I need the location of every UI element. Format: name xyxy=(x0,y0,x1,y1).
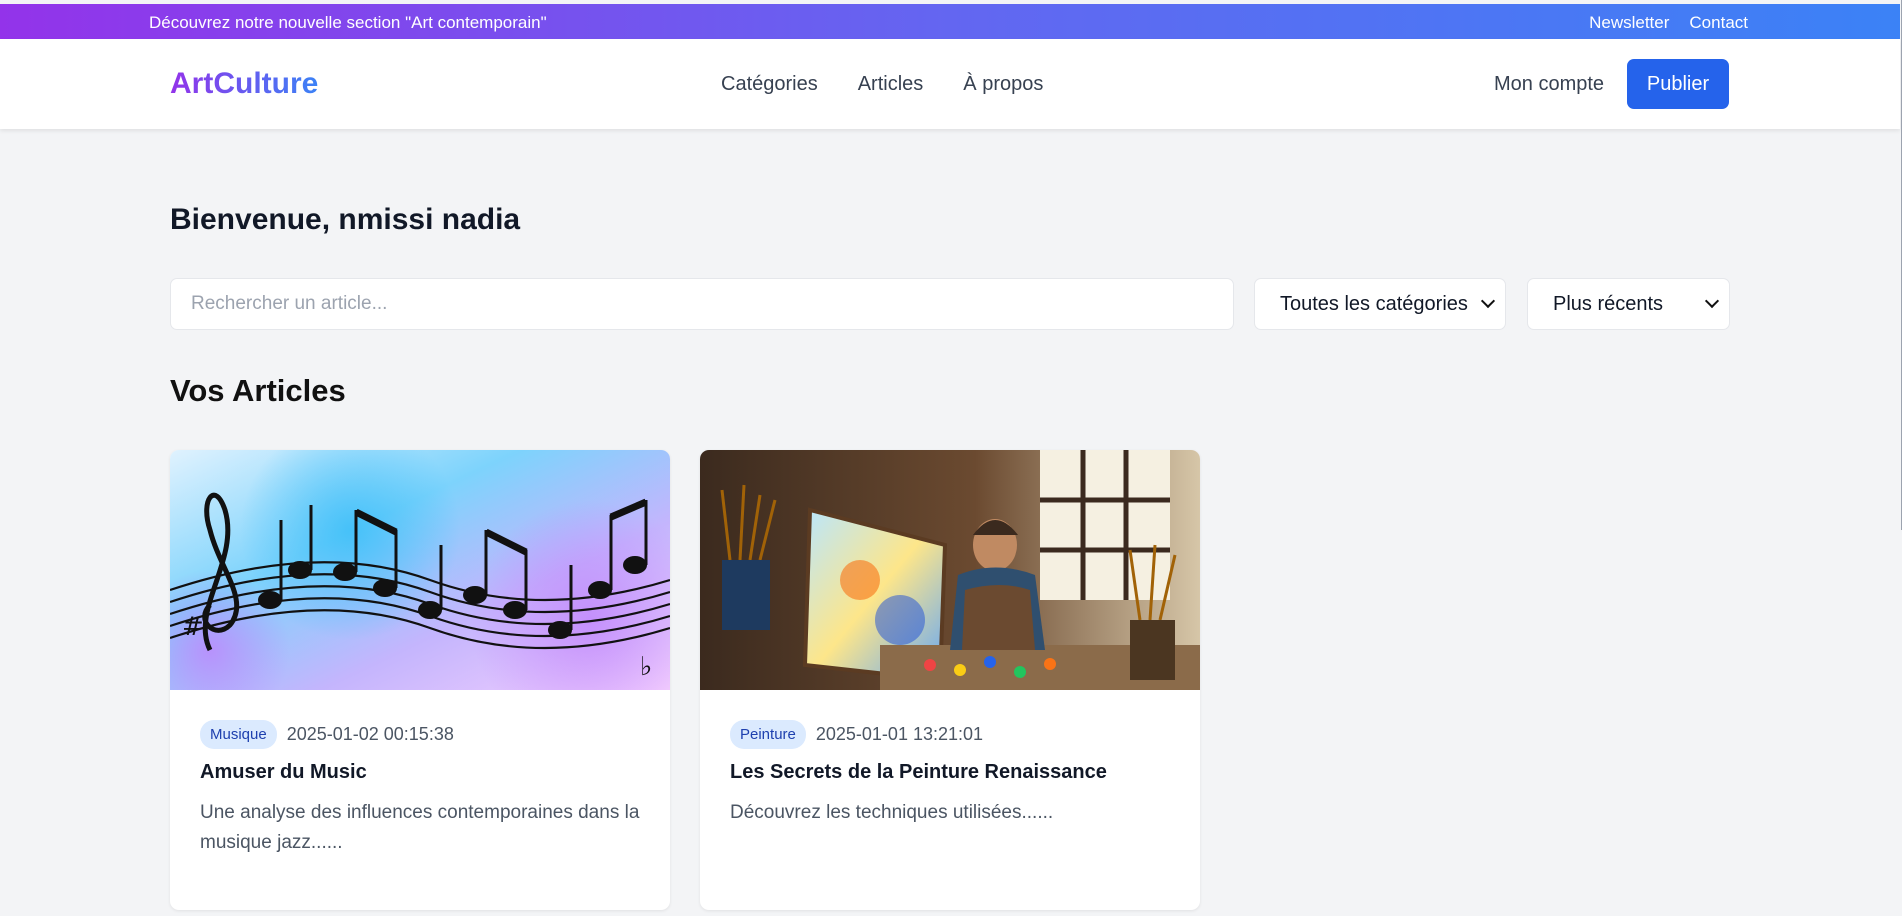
painter-studio-illustration xyxy=(700,450,1200,690)
section-title: Vos Articles xyxy=(170,373,346,408)
article-title[interactable]: Les Secrets de la Peinture Renaissance xyxy=(730,761,1170,784)
svg-text:♭: ♭ xyxy=(640,652,652,682)
article-title[interactable]: Amuser du Music xyxy=(200,761,640,784)
search-input[interactable] xyxy=(170,278,1234,330)
promo-message: Découvrez notre nouvelle section "Art co… xyxy=(149,13,547,32)
sort-select-value: Plus récents xyxy=(1553,292,1664,315)
main-nav: Catégories Articles À propos xyxy=(721,73,1043,96)
article-date: 2025-01-02 00:15:38 xyxy=(286,724,454,744)
article-card-body: Peinture 2025-01-01 13:21:01 Les Secrets… xyxy=(730,720,1170,828)
publish-button[interactable]: Publier xyxy=(1627,59,1729,109)
site-header: ArtCulture Catégories Articles À propos … xyxy=(0,39,1900,129)
welcome-heading: Bienvenue, nmissi nadia xyxy=(170,203,521,236)
article-meta: Peinture 2025-01-01 13:21:01 xyxy=(730,720,1170,749)
category-select[interactable]: Toutes les catégories xyxy=(1254,278,1506,330)
article-card-body: Musique 2025-01-02 00:15:38 Amuser du Mu… xyxy=(200,720,640,858)
site-logo[interactable]: ArtCulture xyxy=(170,67,318,101)
svg-text:#: # xyxy=(182,612,204,642)
chevron-down-icon xyxy=(1704,293,1720,309)
nav-about[interactable]: À propos xyxy=(963,73,1043,96)
sort-select[interactable]: Plus récents xyxy=(1527,278,1730,330)
category-badge: Musique xyxy=(200,720,277,749)
article-excerpt: Découvrez les techniques utilisées...... xyxy=(730,802,1054,823)
article-date: 2025-01-01 13:21:01 xyxy=(815,724,984,744)
article-image-music: # ♭ xyxy=(170,450,670,690)
nav-categories[interactable]: Catégories xyxy=(721,73,818,96)
article-card[interactable]: Peinture 2025-01-01 13:21:01 Les Secrets… xyxy=(700,450,1200,910)
article-meta: Musique 2025-01-02 00:15:38 xyxy=(200,720,640,749)
promo-links: Newsletter Contact xyxy=(1589,13,1748,33)
newsletter-link[interactable]: Newsletter xyxy=(1589,13,1669,33)
nav-articles[interactable]: Articles xyxy=(858,73,924,96)
contact-link[interactable]: Contact xyxy=(1689,13,1748,33)
my-account-link[interactable]: Mon compte xyxy=(1494,73,1604,96)
category-badge: Peinture xyxy=(730,720,806,749)
article-excerpt: Une analyse des influences contemporaine… xyxy=(200,802,640,853)
category-select-value: Toutes les catégories xyxy=(1280,292,1468,315)
chevron-down-icon xyxy=(1480,293,1496,309)
promo-banner: Découvrez notre nouvelle section "Art co… xyxy=(0,4,1900,39)
article-image-painting xyxy=(700,450,1200,690)
music-notes-illustration: # ♭ xyxy=(170,450,670,690)
article-card[interactable]: # ♭ Musique 2025-01-02 00:15:38 Amuser d… xyxy=(170,450,670,910)
